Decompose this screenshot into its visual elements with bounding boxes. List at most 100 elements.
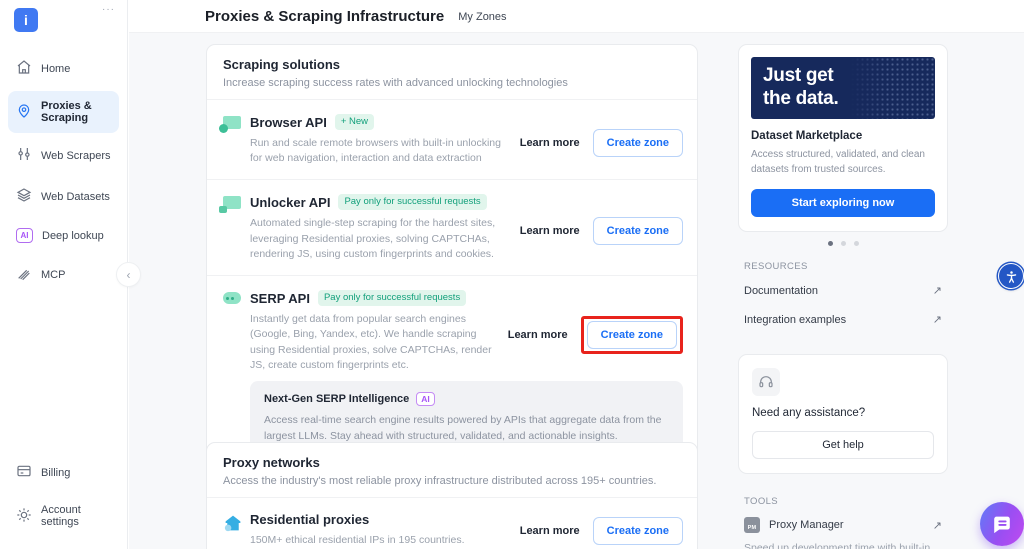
- residential-proxies-icon: [223, 512, 250, 548]
- tool-proxy-manager: PM Proxy Manager ↗ Speed up development …: [738, 511, 948, 549]
- section-subtitle: Access the industry's most reliable prox…: [223, 475, 681, 487]
- tool-description: Speed up development time with built-in …: [744, 540, 942, 549]
- product-row-browser-api: Browser API + New Run and scale remote b…: [207, 100, 697, 180]
- sidebar-item-label: Account settings: [41, 504, 111, 528]
- sidebar-item-web-scrapers[interactable]: Web Scrapers: [8, 137, 119, 174]
- brand-logo[interactable]: i: [14, 8, 38, 32]
- right-panel: Just get the data. Dataset Marketplace A…: [738, 44, 948, 549]
- pay-per-success-badge: Pay only for successful requests: [318, 290, 466, 306]
- scraper-nodes-icon: [16, 146, 32, 165]
- assistance-text: Need any assistance?: [752, 407, 934, 419]
- browser-api-icon: [223, 114, 250, 166]
- create-zone-button-residential[interactable]: Create zone: [593, 517, 683, 545]
- link-documentation[interactable]: Documentation ↗: [738, 276, 948, 305]
- product-name: Browser API: [250, 115, 327, 130]
- create-zone-button-serp-api[interactable]: Create zone: [587, 321, 677, 349]
- sidebar-bottom: Billing Account settings: [0, 450, 127, 541]
- layers-icon: [16, 187, 32, 206]
- product-info: SERP API Pay only for successful request…: [250, 290, 508, 373]
- sidebar-item-billing[interactable]: Billing: [8, 454, 119, 491]
- sidebar-item-label: Web Datasets: [41, 191, 110, 203]
- sidebar: i ··· Home Proxies & Scraping Web Scrape…: [0, 0, 128, 549]
- gear-icon: [16, 507, 32, 526]
- dataset-marketplace-card: Just get the data. Dataset Marketplace A…: [738, 44, 948, 232]
- banner-line-2: the data.: [763, 88, 935, 111]
- page-header: Proxies & Scraping Infrastructure My Zon…: [129, 0, 1024, 33]
- promo-description: Access real-time search engine results p…: [264, 413, 669, 445]
- mcp-icon: [16, 265, 32, 284]
- section-title: Proxy networks: [223, 455, 681, 470]
- tools-label: TOOLS: [744, 496, 948, 507]
- banner-line-1: Just get: [763, 65, 935, 88]
- sidebar-item-deep-lookup[interactable]: AI Deep lookup: [8, 219, 119, 252]
- start-exploring-button[interactable]: Start exploring now: [751, 189, 935, 217]
- get-help-button[interactable]: Get help: [752, 431, 934, 459]
- scraping-solutions-card: Scraping solutions Increase scraping suc…: [206, 44, 698, 492]
- main-content: Scraping solutions Increase scraping suc…: [129, 33, 1024, 549]
- link-integration-examples[interactable]: Integration examples ↗: [738, 305, 948, 334]
- learn-more-link[interactable]: Learn more: [508, 329, 568, 341]
- page-title: Proxies & Scraping Infrastructure: [205, 8, 444, 25]
- sidebar-item-account-settings[interactable]: Account settings: [8, 495, 119, 537]
- sidebar-item-home[interactable]: Home: [8, 50, 119, 87]
- accessibility-person-icon: [1004, 269, 1019, 284]
- product-description: Run and scale remote browsers with built…: [250, 136, 512, 166]
- external-link-icon: ↗: [933, 284, 942, 297]
- sidebar-nav: Home Proxies & Scraping Web Scrapers Web…: [0, 46, 127, 297]
- scraping-solutions-header: Scraping solutions Increase scraping suc…: [207, 45, 697, 100]
- external-link-icon: ↗: [933, 313, 942, 326]
- marketplace-banner: Just get the data.: [751, 57, 935, 119]
- product-description: Automated single-step scraping for the h…: [250, 216, 512, 262]
- resources-label: RESOURCES: [744, 261, 948, 272]
- sidebar-item-web-datasets[interactable]: Web Datasets: [8, 178, 119, 215]
- sidebar-item-mcp[interactable]: MCP: [8, 256, 119, 293]
- sidebar-item-label: Deep lookup: [42, 230, 104, 242]
- sidebar-item-label: Web Scrapers: [41, 150, 111, 162]
- app-root: i ··· Home Proxies & Scraping Web Scrape…: [0, 0, 1024, 549]
- tab-my-zones[interactable]: My Zones: [458, 9, 506, 23]
- product-info: Browser API + New Run and scale remote b…: [250, 114, 520, 166]
- sidebar-collapse-button[interactable]: ‹: [116, 262, 141, 287]
- sidebar-item-label: Billing: [41, 467, 70, 479]
- ai-badge-icon: AI: [16, 228, 33, 243]
- tool-name[interactable]: Proxy Manager: [769, 519, 924, 531]
- product-row-unlocker-api: Unlocker API Pay only for successful req…: [207, 180, 697, 276]
- home-icon: [16, 59, 32, 78]
- sidebar-item-label: Proxies & Scraping: [41, 100, 111, 124]
- marketplace-title: Dataset Marketplace: [751, 130, 935, 142]
- credit-card-icon: [16, 463, 32, 482]
- learn-more-link[interactable]: Learn more: [520, 525, 580, 537]
- chat-widget-button[interactable]: [980, 502, 1024, 546]
- proxy-networks-card: Proxy networks Access the industry's mos…: [206, 442, 698, 549]
- product-name: SERP API: [250, 291, 310, 306]
- accessibility-widget-button[interactable]: [998, 263, 1024, 289]
- proxy-networks-header: Proxy networks Access the industry's mos…: [207, 443, 697, 498]
- create-zone-button-unlocker-api[interactable]: Create zone: [593, 217, 683, 245]
- proxy-manager-icon: PM: [744, 517, 760, 533]
- learn-more-link[interactable]: Learn more: [520, 137, 580, 149]
- new-badge: + New: [335, 114, 374, 130]
- carousel-dot[interactable]: [841, 241, 846, 246]
- product-row-residential-proxies: Residential proxies 150M+ ethical reside…: [207, 498, 697, 549]
- external-link-icon: ↗: [933, 519, 942, 532]
- sidebar-item-proxies-scraping[interactable]: Proxies & Scraping: [8, 91, 119, 133]
- product-info: Unlocker API Pay only for successful req…: [250, 194, 520, 262]
- sidebar-menu-dots-icon[interactable]: ···: [102, 4, 115, 15]
- carousel-dot[interactable]: [854, 241, 859, 246]
- pay-per-success-badge: Pay only for successful requests: [338, 194, 486, 210]
- product-info: Residential proxies 150M+ ethical reside…: [250, 512, 520, 548]
- unlocker-api-icon: [223, 194, 250, 262]
- marketplace-description: Access structured, validated, and clean …: [751, 147, 935, 177]
- link-label: Integration examples: [744, 314, 846, 326]
- sidebar-item-label: Home: [41, 63, 70, 75]
- sidebar-item-label: MCP: [41, 269, 65, 281]
- product-description: 150M+ ethical residential IPs in 195 cou…: [250, 533, 512, 548]
- headset-icon: [752, 368, 780, 396]
- chat-bubble-icon: [991, 513, 1013, 535]
- chevron-left-icon: ‹: [127, 268, 131, 282]
- product-name: Residential proxies: [250, 512, 369, 527]
- create-zone-button-browser-api[interactable]: Create zone: [593, 129, 683, 157]
- carousel-dot[interactable]: [828, 241, 833, 246]
- learn-more-link[interactable]: Learn more: [520, 225, 580, 237]
- product-description: Instantly get data from popular search e…: [250, 312, 500, 373]
